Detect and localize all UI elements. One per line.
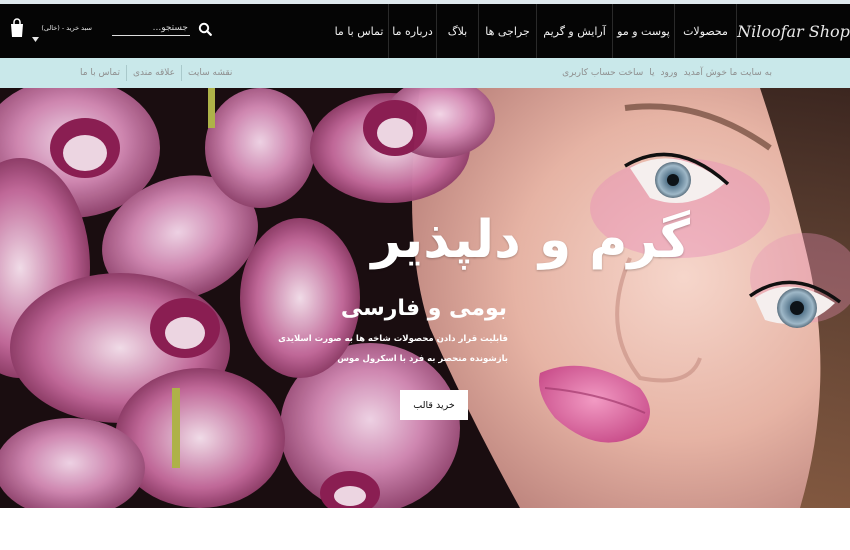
cart-label[interactable]: سبد خرید - (خالی) (41, 24, 92, 32)
account-links: به سایت ما خوش آمدید ورود یا ساخت حساب ک… (562, 58, 772, 88)
menu-item-skin-hair[interactable]: پوست و مو (612, 4, 674, 58)
menu-item-about[interactable]: درباره ما (388, 4, 436, 58)
hero-title: گرم و دلپذیر (371, 210, 690, 270)
register-link[interactable]: ساخت حساب کاربری (562, 68, 643, 78)
hero-slider[interactable]: گرم و دلپذیر بومی و فارسی قابلیت قرار دا… (0, 88, 850, 508)
contact-link[interactable]: تماس با ما (74, 68, 126, 78)
sitemap-link[interactable]: نقشه سایت (182, 68, 238, 78)
divider (181, 65, 183, 81)
top-navbar: Niloofar Shop محصولات پوست و مو آرایش و … (0, 0, 850, 58)
menu-item-blog[interactable]: بلاگ (436, 4, 478, 58)
brand-logo[interactable]: Niloofar Shop (736, 4, 850, 58)
buy-template-button[interactable]: خرید قالب (400, 390, 468, 420)
menu-item-surgery[interactable]: جراجی ها (478, 4, 536, 58)
divider (125, 65, 127, 81)
search-input[interactable] (112, 20, 190, 36)
cart-widget[interactable]: سبد خرید - (خالی) (8, 18, 92, 42)
login-link[interactable]: ورود (661, 68, 678, 78)
wishlist-link[interactable]: علاقه مندی (127, 68, 181, 78)
menu-item-makeup[interactable]: آرایش و گریم (536, 4, 612, 58)
main-menu: محصولات پوست و مو آرایش و گریم جراجی ها … (330, 4, 736, 58)
utility-links: نقشه سایت علاقه مندی تماس با ما (74, 58, 238, 88)
hero-description-line-1: قابلیت قرار دادن محصولات شاخه ها به صورت… (278, 334, 508, 344)
menu-item-contact[interactable]: تماس با ما (330, 4, 388, 58)
menu-item-products[interactable]: محصولات (674, 4, 736, 58)
account-bar: به سایت ما خوش آمدید ورود یا ساخت حساب ک… (0, 58, 850, 88)
welcome-text: به سایت ما خوش آمدید (683, 68, 772, 78)
search-icon[interactable] (198, 21, 212, 36)
hero-subtitle: بومی و فارسی (340, 296, 507, 321)
hero-description-line-2: بازشونده منحصر به فرد با اسکرول موس (337, 354, 508, 364)
or-text: یا (649, 68, 655, 78)
shopping-bag-icon[interactable] (10, 18, 24, 38)
search-box (112, 20, 212, 38)
chevron-down-icon[interactable] (32, 27, 39, 42)
